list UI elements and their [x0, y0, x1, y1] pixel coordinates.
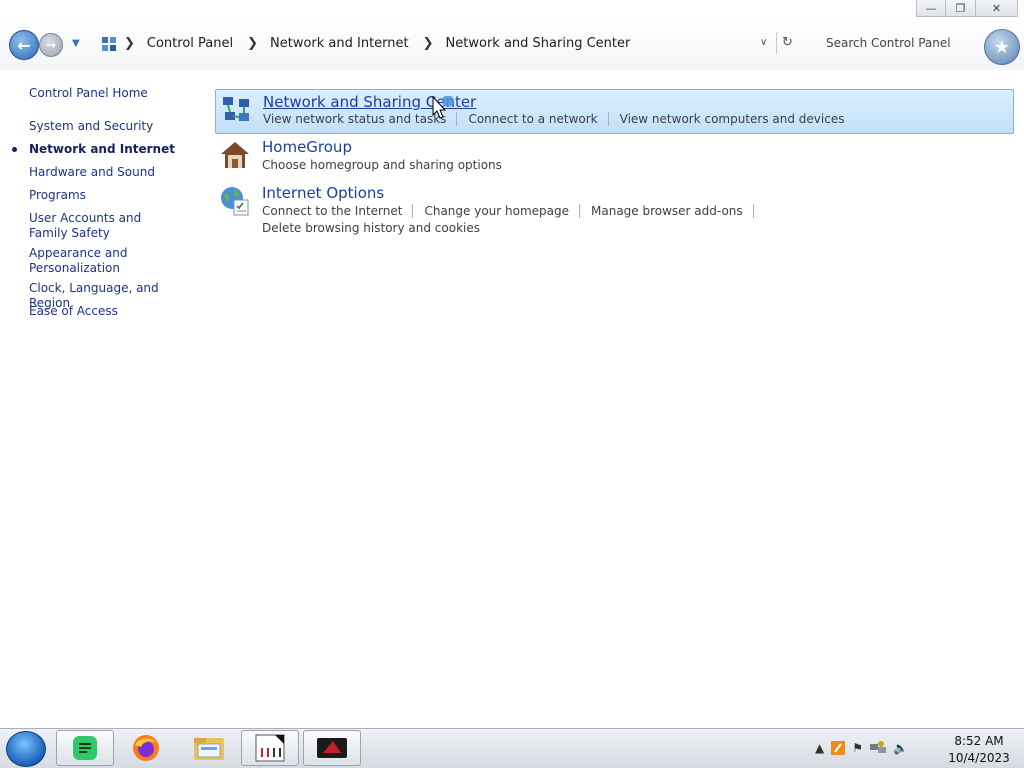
task-link-manage-add-ons[interactable]: Manage browser add-ons — [591, 204, 754, 218]
current-item-bullet — [12, 147, 17, 152]
task-link-view-network-computers[interactable]: View network computers and devices — [620, 112, 855, 126]
clock-date: 10/4/2023 — [948, 751, 1010, 765]
forward-arrow-icon: → — [45, 38, 57, 52]
notes-app-icon — [73, 736, 97, 760]
app-tray-icon[interactable] — [830, 740, 846, 756]
firefox-icon — [133, 735, 159, 761]
window-controls: — ❐ ✕ — [916, 0, 1018, 17]
minimize-button[interactable]: — — [916, 0, 946, 17]
network-tray-icon[interactable] — [869, 740, 887, 756]
file-explorer-icon — [194, 738, 224, 760]
category-task-links: View network status and tasks Connect to… — [263, 112, 865, 126]
breadcrumb-chevron-icon[interactable]: ❯ — [423, 36, 434, 51]
breadcrumb-item-network-and-internet[interactable]: Network and Internet — [270, 36, 409, 51]
left-nav-item-user-accounts[interactable]: User Accounts and Family Safety — [29, 211, 179, 241]
taskbar-file-explorer[interactable] — [180, 730, 238, 766]
left-nav-item-label: Network and Internet — [29, 142, 175, 156]
control-panel-icon — [102, 37, 116, 51]
task-link-connect-to-internet[interactable]: Connect to the Internet — [262, 204, 414, 218]
task-link-homegroup-options[interactable]: Choose homegroup and sharing options — [262, 158, 512, 172]
breadcrumb-chevron-icon[interactable]: ❯ — [247, 36, 258, 51]
volume-icon[interactable]: 🔈 — [893, 741, 908, 755]
left-nav-item-hardware-and-sound[interactable]: Hardware and Sound — [29, 165, 199, 180]
media-app-icon — [317, 738, 347, 758]
help-button[interactable]: ★ — [984, 29, 1020, 65]
homegroup-icon — [221, 142, 249, 168]
window-title-bar: — ❐ ✕ — [0, 0, 1024, 18]
forward-button[interactable]: → — [39, 33, 63, 57]
left-nav-item-programs[interactable]: Programs — [29, 188, 199, 203]
back-button[interactable]: ← — [9, 30, 39, 60]
category-task-links: Connect to the Internet Change your home… — [262, 204, 765, 218]
maximize-button[interactable]: ❐ — [946, 0, 976, 17]
left-nav-item-ease-of-access[interactable]: Ease of Access — [29, 304, 199, 319]
flag-icon[interactable]: ⚑ — [852, 741, 863, 755]
internet-options-icon — [221, 187, 249, 216]
show-hidden-icons-icon[interactable]: ▲ — [815, 741, 824, 755]
address-dropdown-icon[interactable]: ∨ — [760, 37, 767, 48]
mouse-cursor-icon — [432, 96, 454, 119]
close-button[interactable]: ✕ — [976, 0, 1018, 17]
recent-pages-dropdown[interactable]: ▼ — [72, 38, 80, 49]
breadcrumb-chevron-icon[interactable]: ❯ — [124, 36, 135, 51]
taskbar-document-app[interactable] — [241, 730, 299, 766]
taskbar-firefox[interactable] — [117, 730, 175, 766]
network-icon — [223, 97, 249, 121]
task-link-view-network-status[interactable]: View network status and tasks — [263, 112, 458, 126]
system-tray: ▲ ⚑ 🔈 — [815, 740, 908, 756]
category-task-links-row2: Delete browsing history and cookies — [262, 221, 501, 235]
task-link-delete-browsing-history[interactable]: Delete browsing history and cookies — [262, 221, 490, 235]
left-nav-item-network-and-internet[interactable]: Network and Internet — [12, 142, 199, 157]
category-title-link[interactable]: HomeGroup — [262, 138, 352, 156]
category-task-links: Choose homegroup and sharing options — [262, 158, 523, 172]
category-homegroup[interactable]: HomeGroup Choose homegroup and sharing o… — [215, 135, 1014, 179]
task-link-connect-to-network[interactable]: Connect to a network — [468, 112, 609, 126]
breadcrumb-item-network-and-sharing-center[interactable]: Network and Sharing Center — [446, 36, 631, 51]
document-app-icon — [255, 734, 285, 762]
breadcrumb: ❯ Control Panel ❯ Network and Internet ❯… — [122, 36, 642, 51]
left-nav-item-system-and-security[interactable]: System and Security — [29, 119, 199, 134]
search-input[interactable]: Search Control Panel — [812, 32, 980, 56]
category-title-link[interactable]: Internet Options — [262, 184, 384, 202]
category-network-and-sharing-center[interactable]: Network and Sharing Center View network … — [215, 89, 1014, 134]
breadcrumb-item-control-panel[interactable]: Control Panel — [147, 36, 233, 51]
refresh-icon[interactable]: ↻ — [782, 35, 793, 50]
clock-time: 8:52 AM — [954, 734, 1004, 748]
back-arrow-icon: ← — [17, 35, 31, 55]
navigation-bar: ← → ▼ ❯ Control Panel ❯ Network and Inte… — [0, 20, 1024, 70]
star-icon: ★ — [993, 36, 1011, 58]
category-internet-options[interactable]: Internet Options Connect to the Internet… — [215, 181, 1014, 241]
task-link-change-homepage[interactable]: Change your homepage — [424, 204, 580, 218]
left-nav-item-appearance[interactable]: Appearance and Personalization — [29, 246, 139, 276]
start-button[interactable] — [6, 731, 46, 767]
address-divider — [776, 32, 777, 54]
left-nav-item-control-panel-home[interactable]: Control Panel Home — [29, 86, 199, 101]
taskbar-media-app[interactable] — [303, 730, 361, 766]
taskbar-clock[interactable]: 8:52 AM 10/4/2023 — [940, 733, 1018, 767]
taskbar: ▲ ⚑ 🔈 8:52 AM 10/4/2023 — [0, 728, 1024, 768]
taskbar-notes-app[interactable] — [56, 730, 114, 766]
